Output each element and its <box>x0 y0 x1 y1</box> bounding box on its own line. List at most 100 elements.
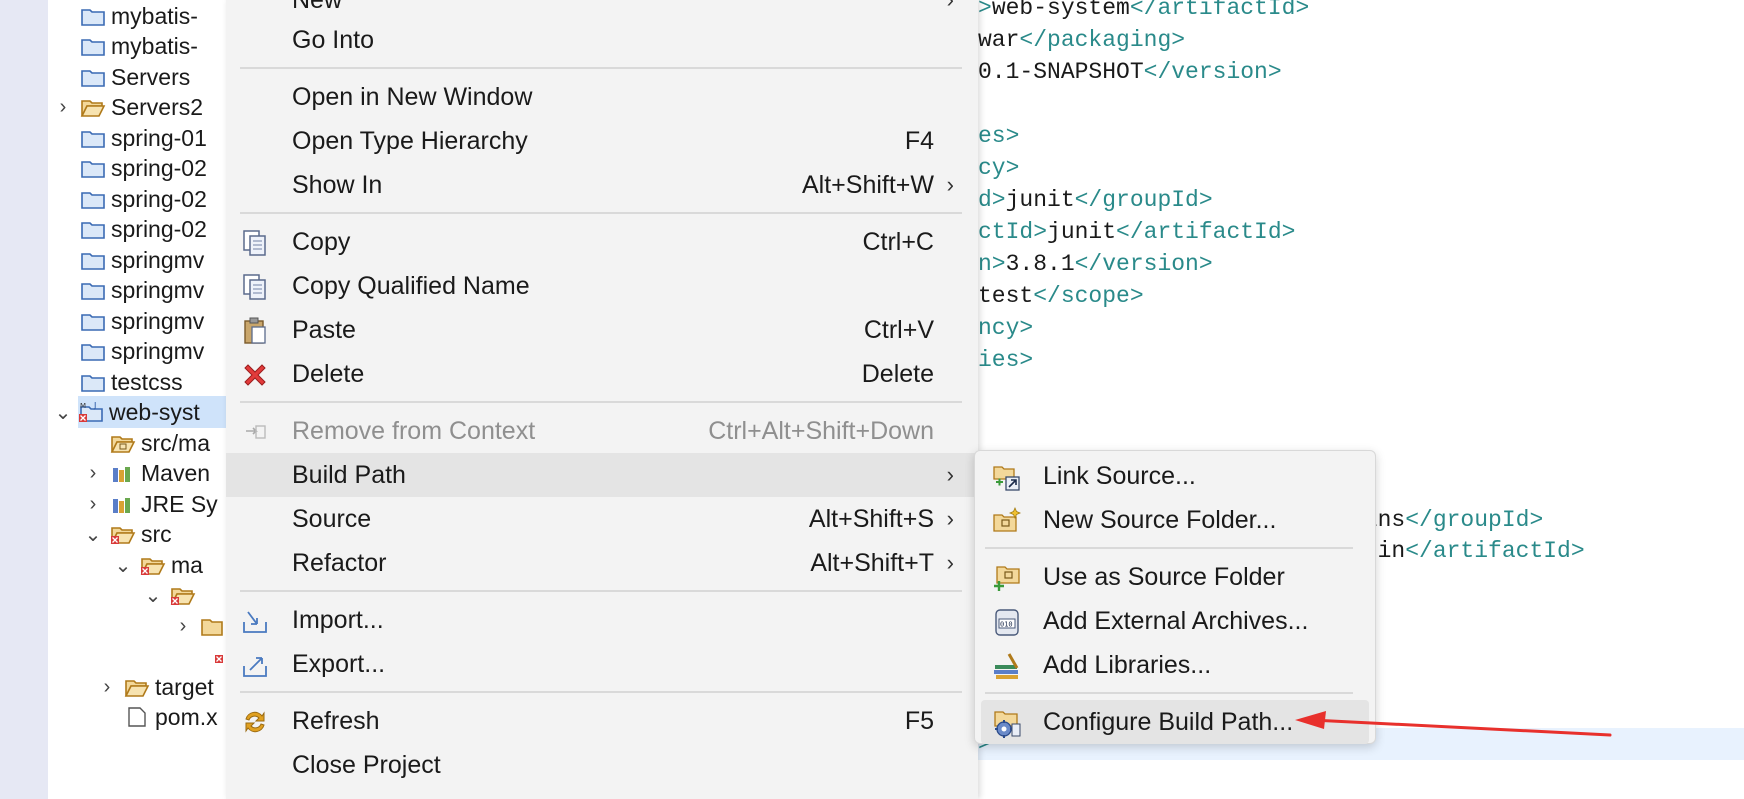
menu-item-label: Open in New Window <box>292 82 533 111</box>
tree-item[interactable]: › target <box>104 671 214 703</box>
collapse-arrow-icon[interactable]: ⌄ <box>142 583 164 608</box>
xml-text: war <box>978 27 1020 53</box>
expand-arrow-icon[interactable]: › <box>52 96 74 119</box>
submenu-chevron-icon: › <box>947 0 954 13</box>
xml-tag: es> <box>978 123 1020 149</box>
tree-item-label: JRE Sy <box>141 490 218 517</box>
menu-item-close-project[interactable]: Close Project <box>226 743 978 787</box>
xml-tag: ies> <box>978 347 1034 373</box>
tree-item[interactable]: Servers <box>80 61 190 93</box>
tree-item[interactable]: › JRE Sy <box>90 488 218 520</box>
menu-item-shortcut: Ctrl+C <box>862 227 934 256</box>
tree-item[interactable]: springmv <box>80 305 204 337</box>
tree-item[interactable]: › Servers2 <box>60 91 204 123</box>
project-folder-icon <box>80 279 106 301</box>
tree-item[interactable]: spring-01 <box>80 122 207 154</box>
project-folder-icon <box>80 371 106 393</box>
tree-item[interactable]: mybatis- <box>80 30 198 62</box>
menu-item-delete[interactable]: Delete Delete <box>226 352 978 396</box>
tree-item-label: testcss <box>111 368 183 395</box>
tree-item[interactable]: springmv <box>80 244 204 276</box>
file-icon <box>124 706 150 728</box>
build-path-submenu: Link Source... New Source Folder... Use … <box>974 450 1376 744</box>
project-folder-icon <box>80 340 106 362</box>
import-icon <box>240 606 270 636</box>
libraries-icon <box>991 650 1023 682</box>
menu-item-label: Export... <box>292 649 386 678</box>
tree-item[interactable]: › Maven <box>90 457 210 489</box>
tree-item[interactable]: spring-02 <box>80 213 207 245</box>
tree-item[interactable]: src/ma <box>110 427 210 459</box>
expand-arrow-icon[interactable]: › <box>96 676 118 699</box>
menu-item-copy-qualified-name[interactable]: Copy Qualified Name <box>226 264 978 308</box>
menu-item-label: Build Path <box>292 460 406 489</box>
submenu-item-label: Configure Build Path... <box>1043 707 1294 736</box>
menu-item-source[interactable]: Source Alt+Shift+S › <box>226 497 978 541</box>
tree-item[interactable]: spring-02 <box>80 183 207 215</box>
error-folder-icon <box>140 554 166 576</box>
collapse-arrow-icon[interactable]: ⌄ <box>52 400 74 425</box>
xml-tag: </artifactId> <box>1129 0 1310 21</box>
menu-item-shortcut: Ctrl+V <box>863 315 934 344</box>
menu-item-remove-from-context[interactable]: Remove from Context Ctrl+Alt+Shift+Down <box>226 409 978 453</box>
tree-item[interactable]: mybatis- <box>80 0 198 32</box>
menu-item-import[interactable]: Import... <box>226 598 978 642</box>
tree-item-label: Servers <box>111 63 191 90</box>
tree-item[interactable]: pom.x <box>124 701 218 733</box>
project-explorer: mybatis- mybatis- Servers › Servers2 spri… <box>48 0 238 799</box>
code-line: d>junit</groupId> <box>978 184 1213 216</box>
menu-item-show-in[interactable]: Show In Alt+Shift+W › <box>226 163 978 207</box>
submenu-item-add-external-archives[interactable]: 010 Add External Archives... <box>981 599 1369 643</box>
menu-item-refresh[interactable]: Refresh F5 <box>226 699 978 743</box>
xml-text: junit <box>1047 219 1117 245</box>
menu-item-label: Copy Qualified Name <box>292 271 530 300</box>
menu-item-paste[interactable]: Paste Ctrl+V <box>226 308 978 352</box>
tree-item-label: Servers2 <box>111 93 204 120</box>
submenu-chevron-icon: › <box>946 506 954 531</box>
link-source-icon <box>991 461 1023 493</box>
tree-item[interactable]: springmv <box>80 335 204 367</box>
expand-arrow-icon[interactable]: › <box>172 615 194 638</box>
expand-arrow-icon[interactable]: › <box>82 462 104 485</box>
expand-arrow-icon[interactable]: › <box>82 493 104 516</box>
submenu-item-label: Add External Archives... <box>1043 606 1309 635</box>
collapse-arrow-icon[interactable]: ⌄ <box>82 522 104 547</box>
submenu-item-add-libraries[interactable]: Add Libraries... <box>981 643 1369 687</box>
submenu-item-configure-build-path[interactable]: Configure Build Path... <box>981 700 1369 744</box>
tree-item-label: spring-02 <box>111 215 207 242</box>
menu-item-build-path[interactable]: Build Path › <box>226 453 978 497</box>
tree-item[interactable]: ⌄ <box>145 579 201 611</box>
submenu-item-new-source-folder[interactable]: New Source Folder... <box>981 498 1369 542</box>
tree-item[interactable]: ⌄ ma <box>115 549 203 581</box>
collapse-arrow-icon[interactable]: ⌄ <box>112 553 134 578</box>
submenu-chevron-icon: › <box>946 462 954 487</box>
tree-item-selected[interactable]: ⌄ M Jweb-syst <box>55 396 238 428</box>
refresh-icon <box>240 707 270 737</box>
menu-item-shortcut: Alt+Shift+S <box>808 504 934 533</box>
code-line: test</scope> <box>978 280 1144 312</box>
tree-item-label: springmv <box>111 276 205 303</box>
menu-item-shortcut: Ctrl+Alt+Shift+Down <box>708 416 934 445</box>
menu-item-go-into[interactable]: Go Into <box>226 18 978 62</box>
submenu-item-label: Use as Source Folder <box>1043 562 1285 591</box>
svg-text:J: J <box>93 401 96 410</box>
tree-item[interactable]: springmv <box>80 274 204 306</box>
tree-item[interactable]: ⌄ src <box>85 518 172 550</box>
submenu-item-link-source[interactable]: Link Source... <box>981 454 1369 498</box>
code-line: ncy> <box>978 312 1033 344</box>
menu-separator <box>985 547 1353 549</box>
menu-item-open-type-hierarchy[interactable]: Open Type Hierarchy F4 <box>226 119 978 163</box>
tree-item[interactable]: testcss <box>80 366 183 398</box>
tree-item-label: springmv <box>111 246 205 273</box>
submenu-item-use-as-source-folder[interactable]: Use as Source Folder <box>981 555 1369 599</box>
menu-item-refactor[interactable]: Refactor Alt+Shift+T › <box>226 541 978 585</box>
tree-item[interactable]: spring-02 <box>80 152 207 184</box>
xml-tag: ncy> <box>978 315 1034 341</box>
menu-separator <box>240 67 962 69</box>
menu-item-open-new-window[interactable]: Open in New Window <box>226 75 978 119</box>
xml-tag: </version> <box>1143 59 1282 85</box>
menu-item-export[interactable]: Export... <box>226 642 978 686</box>
configure-build-path-icon <box>991 707 1023 739</box>
menu-item-copy[interactable]: Copy Ctrl+C <box>226 220 978 264</box>
copy-qualified-icon <box>240 272 270 302</box>
